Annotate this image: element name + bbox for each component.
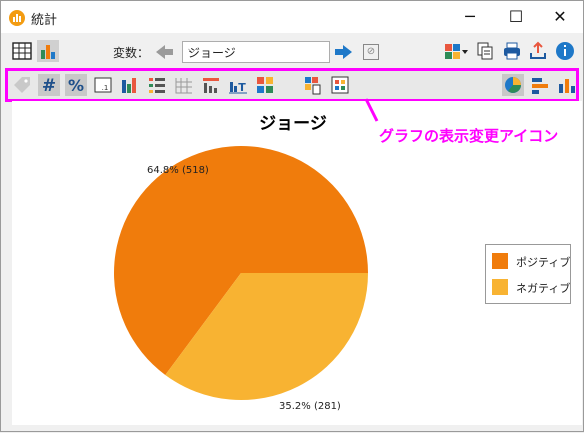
- horizontal-bar-chart-icon[interactable]: [529, 74, 551, 96]
- sort-descending-icon[interactable]: [200, 74, 222, 96]
- legend-swatch: [492, 253, 508, 269]
- value-label-icon[interactable]: .1: [92, 74, 114, 96]
- chevron-down-icon: ⌵: [188, 43, 197, 56]
- table-view-icon[interactable]: [11, 40, 33, 62]
- legend-label: ネガティブ: [516, 282, 571, 295]
- svg-text:%: %: [68, 76, 84, 95]
- grid-lines-icon[interactable]: [173, 74, 195, 96]
- vertical-bar-chart-icon[interactable]: [556, 74, 578, 96]
- copy-icon[interactable]: [474, 40, 496, 62]
- previous-variable-icon[interactable]: [156, 45, 173, 59]
- clear-filter-icon[interactable]: ⊘: [363, 44, 379, 60]
- color-palette-icon[interactable]: [443, 40, 469, 62]
- bar-labels-icon[interactable]: [119, 74, 141, 96]
- chart-view-icon[interactable]: [37, 40, 59, 62]
- variable-select[interactable]: ジョージ ⌵: [182, 41, 330, 63]
- percent-icon[interactable]: %: [65, 74, 87, 96]
- legend-label: ポジティブ: [516, 256, 571, 269]
- app-chart-icon: [9, 10, 25, 26]
- chart-type-icon-bar: # % .1 T: [5, 68, 579, 102]
- callout-text: グラフの表示変更アイコン: [379, 127, 559, 145]
- close-button[interactable]: ✕: [537, 1, 583, 33]
- label-tag-icon[interactable]: [11, 74, 33, 96]
- count-hash-icon[interactable]: #: [38, 74, 60, 96]
- slice-label-positive: 64.8% (518): [147, 165, 209, 176]
- list-legend-icon[interactable]: [146, 74, 168, 96]
- chart-legend: ポジティブ ネガティブ: [485, 244, 571, 304]
- svg-text:.1: .1: [102, 84, 109, 92]
- pie-chart-icon[interactable]: [502, 74, 524, 96]
- slice-label-negative: 35.2% (281): [279, 401, 341, 412]
- statistics-window: 統計 ─ ☐ ✕ 変数： ジョージ ⌵ ⊘ # % .1 T ジョージ 64.8…: [0, 0, 584, 432]
- axis-title-icon[interactable]: T: [227, 74, 249, 96]
- svg-text:#: #: [42, 76, 56, 96]
- title-bar: 統計 ─ ☐ ✕: [1, 1, 583, 33]
- variable-label: 変数：: [113, 46, 150, 60]
- export-icon[interactable]: [527, 40, 549, 62]
- minimize-button[interactable]: ─: [447, 1, 493, 33]
- palette-frame-icon[interactable]: [329, 74, 351, 96]
- color-tiles-icon[interactable]: [254, 74, 276, 96]
- color-bookmark-icon[interactable]: [302, 74, 324, 96]
- print-icon[interactable]: [501, 40, 523, 62]
- legend-swatch: [492, 279, 508, 295]
- main-toolbar: 変数： ジョージ ⌵ ⊘: [1, 34, 583, 68]
- maximize-button[interactable]: ☐: [493, 1, 539, 33]
- window-title: 統計: [31, 13, 58, 28]
- svg-text:T: T: [238, 81, 246, 94]
- next-variable-icon[interactable]: [335, 45, 352, 59]
- info-icon[interactable]: [554, 40, 576, 62]
